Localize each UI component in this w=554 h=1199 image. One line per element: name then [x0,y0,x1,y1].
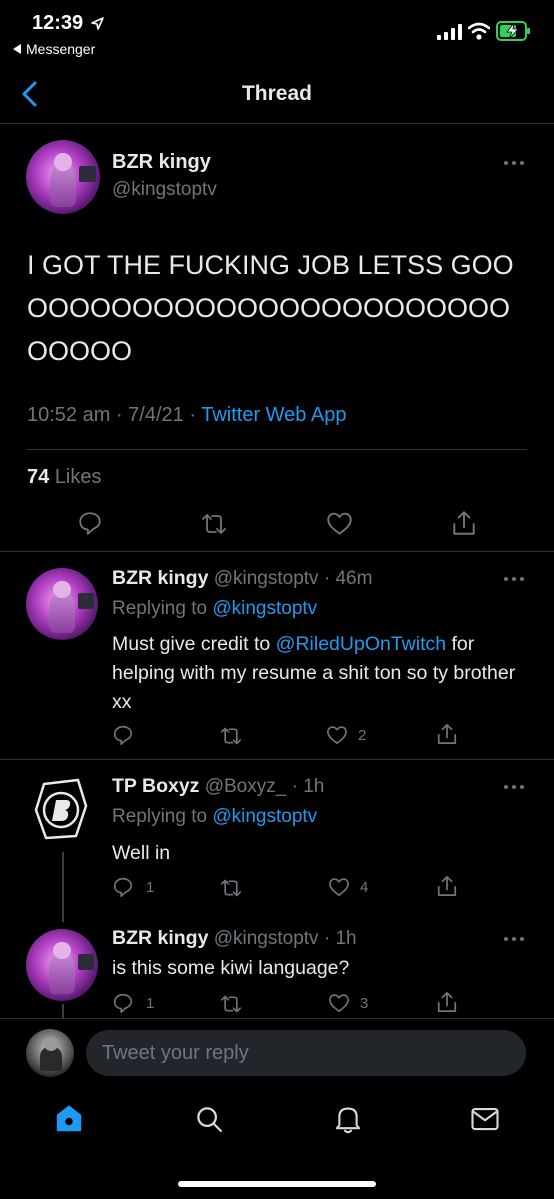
more-options-icon[interactable] [503,784,525,790]
reply-author-name[interactable]: BZR kingy [112,927,208,949]
reply-text: Well in [112,842,171,864]
like-count: 4 [360,878,369,896]
search-icon[interactable] [194,1104,224,1134]
reply-icon [112,876,134,898]
likes-label: Likes [54,466,102,488]
like-button[interactable]: 4 [328,877,368,897]
like-count: 2 [358,726,367,744]
replying-to-label: Replying to [112,806,208,827]
meta-divider [27,449,527,450]
tweet-source-link[interactable]: Twitter Web App [201,404,346,426]
retweet-icon[interactable] [199,512,229,536]
replying-to-handle[interactable]: @kingstoptv [212,598,317,619]
thread-connector [62,852,64,922]
retweet-icon[interactable] [218,994,244,1014]
retweet-icon[interactable] [218,726,244,746]
share-icon[interactable] [436,874,458,898]
reply-text: Must give credit to @RiledUpOnTwitch for… [112,630,532,717]
likes-count[interactable]: 74 Likes [27,466,102,489]
reply-age: 1h [335,928,357,949]
reply-divider [0,759,554,760]
reply-icon[interactable] [77,510,103,536]
page-title: Thread [241,82,312,105]
home-icon[interactable] [54,1104,84,1134]
messages-icon[interactable] [470,1106,500,1132]
my-avatar[interactable] [26,1029,74,1077]
like-button[interactable]: 3 [328,993,368,1013]
avatar[interactable] [30,776,92,844]
reply-header: TP Boxyz @Boxyz_ · 1h [112,772,324,801]
like-icon [328,877,350,897]
reply-count: 1 [146,994,155,1012]
status-time-text: 12:39 [32,12,84,34]
reply-header: BZR kingy @kingstoptv · 46m [112,564,372,593]
back-triangle-icon [13,44,22,54]
wifi-icon [468,22,490,40]
mention-link[interactable]: @RiledUpOnTwitch [276,633,446,655]
replying-to-label: Replying to [112,598,208,619]
reply-author-handle[interactable]: @kingstoptv [214,568,319,589]
like-count: 3 [360,994,369,1012]
like-icon [328,993,350,1013]
share-icon[interactable] [451,509,477,537]
thread-connector [62,1004,64,1018]
meta-separator: · [318,568,336,589]
compose-divider [0,1018,554,1019]
reply-count: 1 [146,878,155,896]
replying-to-handle[interactable]: @kingstoptv [212,806,317,827]
author-handle[interactable]: @kingstoptv [112,179,217,201]
reply-author-name[interactable]: TP Boxyz [112,775,199,797]
reply-author-handle[interactable]: @kingstoptv [214,928,319,949]
reply-age: 46m [335,568,373,589]
like-icon [326,725,348,745]
reply-text: is this some kiwi language? [112,957,350,979]
meta-separator: · [286,776,304,797]
avatar[interactable] [26,140,100,214]
more-options-icon[interactable] [503,936,525,942]
reply-icon[interactable] [112,724,134,746]
reply-input[interactable]: Tweet your reply [86,1030,526,1076]
reply-author-handle[interactable]: @Boxyz_ [205,776,287,797]
avatar[interactable] [26,929,98,1001]
tweet-date: 7/4/21 [128,404,184,426]
location-icon [90,17,104,31]
reply-text-part: Must give credit to [112,633,276,655]
notifications-icon[interactable] [333,1103,363,1135]
reply-header: BZR kingy @kingstoptv · 1h [112,924,357,953]
share-icon[interactable] [436,990,458,1014]
reply-button[interactable]: 1 [112,876,154,898]
likes-number: 74 [27,466,50,488]
signal-icon [437,24,462,40]
tweet-divider [0,551,554,552]
tweet-text: I GOT THE FUCKING JOB LETSS GOOOOOOOOOOO… [27,250,514,366]
header-divider [0,123,554,124]
like-button[interactable]: 2 [326,725,366,745]
reply-age: 1h [303,776,325,797]
reply-button[interactable]: 1 [112,992,154,1014]
author-name[interactable]: BZR kingy [112,151,211,174]
retweet-icon[interactable] [218,878,244,898]
tweet-time: 10:52 am [27,404,111,426]
replying-to: Replying to @kingstoptv [112,802,317,831]
like-icon[interactable] [326,511,353,536]
more-options-icon[interactable] [503,160,525,166]
meta-separator: · [318,928,336,949]
back-app-label: Messenger [26,41,96,57]
meta-separator: · [115,404,129,426]
replying-to: Replying to @kingstoptv [112,594,317,623]
tweet-meta: 10:52 am · 7/4/21 · Twitter Web App [27,404,346,427]
reply-icon [112,992,134,1014]
back-to-app[interactable]: Messenger [13,41,95,57]
avatar[interactable] [26,568,98,640]
share-icon[interactable] [436,722,458,746]
home-indicator[interactable] [178,1181,376,1187]
reply-author-name[interactable]: BZR kingy [112,567,208,589]
status-time: 12:39 [32,12,104,35]
battery-charging-icon [496,20,532,42]
more-options-icon[interactable] [503,576,525,582]
meta-separator: · [189,404,202,426]
